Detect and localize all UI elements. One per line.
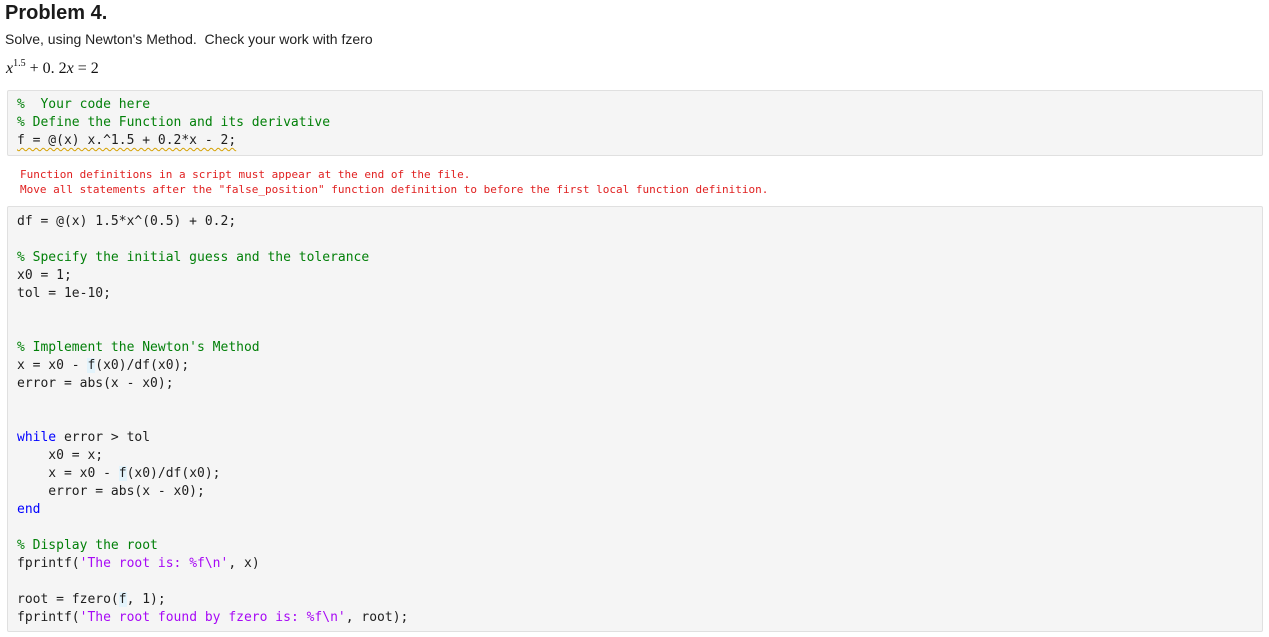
equation-tail: = 2 bbox=[73, 60, 99, 77]
function-reference-highlight: f bbox=[118, 466, 127, 481]
code-token: , x) bbox=[228, 556, 260, 571]
code-token: , 1); bbox=[126, 592, 166, 607]
problem-title: Problem 4. bbox=[5, 2, 108, 24]
problem-equation: x1.5 + 0. 2x = 2 bbox=[6, 58, 99, 78]
error-line-1: Function definitions in a script must ap… bbox=[20, 168, 471, 181]
code-token: root = fzero( bbox=[17, 592, 119, 607]
code-line[interactable]: x0 = 1; bbox=[17, 267, 72, 285]
code-line[interactable]: % Implement the Newton's Method bbox=[17, 339, 260, 357]
equation-var: x bbox=[66, 60, 74, 77]
keyword-while: while bbox=[17, 430, 57, 445]
code-token: (x0)/df(x0); bbox=[95, 358, 190, 373]
function-reference-highlight: f bbox=[118, 592, 127, 607]
error-message-box: Function definitions in a script must ap… bbox=[7, 160, 1263, 204]
code-line[interactable]: x = x0 - f(x0)/df(x0); bbox=[17, 465, 221, 483]
code-token: x = x0 - bbox=[17, 358, 88, 373]
error-line-2: Move all statements after the "false_pos… bbox=[20, 183, 769, 196]
code-token: x = x0 - bbox=[17, 466, 119, 481]
code-line[interactable]: x = x0 - f(x0)/df(x0); bbox=[17, 357, 189, 375]
problem-description: Solve, using Newton's Method. Check your… bbox=[5, 31, 373, 47]
string-literal: 'The root is: %f\n' bbox=[79, 556, 229, 571]
equation-rest: + 0. 2 bbox=[25, 60, 67, 77]
code-line[interactable]: fprintf('The root found by fzero is: %f\… bbox=[17, 609, 408, 627]
code-line[interactable]: % Your code here bbox=[17, 96, 150, 114]
code-token: error > tol bbox=[56, 430, 151, 445]
code-line[interactable]: df = @(x) 1.5*x^(0.5) + 0.2; bbox=[17, 213, 236, 231]
code-editor-block-2[interactable]: df = @(x) 1.5*x^(0.5) + 0.2; % Specify t… bbox=[7, 206, 1263, 632]
code-line[interactable]: error = abs(x - x0); bbox=[17, 375, 174, 393]
code-line[interactable]: % Specify the initial guess and the tole… bbox=[17, 249, 369, 267]
code-token: , root); bbox=[345, 610, 409, 625]
code-token: fprintf( bbox=[17, 556, 80, 571]
code-line[interactable]: while error > tol bbox=[17, 429, 150, 447]
code-line-with-warning[interactable]: f = @(x) x.^1.5 + 0.2*x - 2; bbox=[17, 132, 236, 150]
code-editor-block-1[interactable]: % Your code here % Define the Function a… bbox=[7, 90, 1263, 156]
code-token: fprintf( bbox=[17, 610, 80, 625]
code-line[interactable]: root = fzero(f, 1); bbox=[17, 591, 166, 609]
string-literal: 'The root found by fzero is: %f\n' bbox=[79, 610, 346, 625]
equation-exponent: 1.5 bbox=[13, 58, 26, 69]
keyword-end[interactable]: end bbox=[17, 501, 40, 519]
code-line[interactable]: tol = 1e-10; bbox=[17, 285, 111, 303]
code-line[interactable]: fprintf('The root is: %f\n', x) bbox=[17, 555, 260, 573]
code-line[interactable]: x0 = x; bbox=[17, 447, 103, 465]
code-line[interactable]: % Define the Function and its derivative bbox=[17, 114, 330, 132]
code-token: (x0)/df(x0); bbox=[126, 466, 221, 481]
code-line[interactable]: error = abs(x - x0); bbox=[17, 483, 205, 501]
code-line[interactable]: % Display the root bbox=[17, 537, 158, 555]
